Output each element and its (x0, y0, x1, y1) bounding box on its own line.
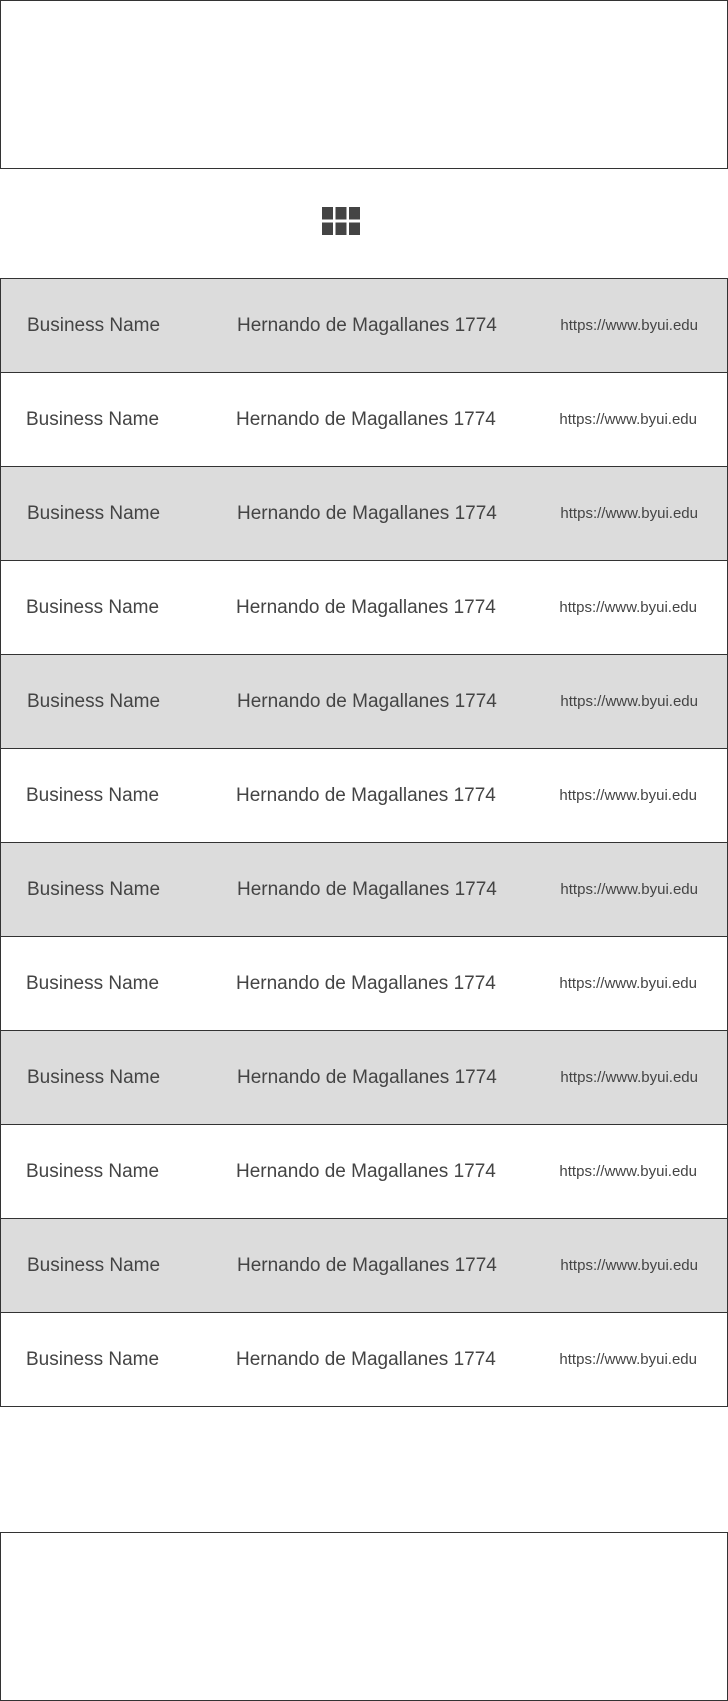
business-website-link[interactable]: https://www.byui.edu (560, 843, 698, 936)
business-row: Business Name Hernando de Magallanes 1774… (0, 748, 728, 843)
business-row: Business Name Hernando de Magallanes 1774… (0, 842, 728, 937)
business-row: Business Name Hernando de Magallanes 1774… (0, 1030, 728, 1125)
business-website-link[interactable]: https://www.byui.edu (559, 937, 697, 1030)
business-address: Hernando de Magallanes 1774 (236, 785, 496, 806)
business-name: Business Name (27, 1255, 161, 1276)
business-name: Business Name (26, 973, 160, 994)
business-row: Business Name Hernando de Magallanes 1774… (0, 936, 728, 1031)
business-address: Hernando de Magallanes 1774 (237, 1255, 497, 1276)
business-website-link[interactable]: https://www.byui.edu (560, 1031, 698, 1124)
business-address: Hernando de Magallanes 1774 (237, 315, 497, 336)
business-address: Hernando de Magallanes 1774 (236, 409, 496, 430)
business-address: Hernando de Magallanes 1774 (236, 1161, 496, 1182)
business-row: Business Name Hernando de Magallanes 1774… (0, 560, 728, 655)
business-website-link[interactable]: https://www.byui.edu (560, 1219, 698, 1312)
business-name: Business Name (26, 1349, 160, 1370)
business-website-link[interactable]: https://www.byui.edu (559, 749, 697, 842)
header-placeholder (0, 0, 728, 169)
business-name: Business Name (26, 1161, 160, 1182)
footer-placeholder (0, 1532, 728, 1701)
business-name: Business Name (27, 879, 161, 900)
business-address: Hernando de Magallanes 1774 (237, 879, 497, 900)
business-name: Business Name (27, 503, 161, 524)
business-name: Business Name (27, 691, 161, 712)
business-address: Hernando de Magallanes 1774 (236, 1349, 496, 1370)
business-website-link[interactable]: https://www.byui.edu (559, 373, 697, 466)
grid-view-button[interactable] (322, 207, 360, 235)
business-website-link[interactable]: https://www.byui.edu (560, 467, 698, 560)
business-website-link[interactable]: https://www.byui.edu (559, 1125, 697, 1218)
business-row: Business Name Hernando de Magallanes 1774… (0, 654, 728, 749)
business-website-link[interactable]: https://www.byui.edu (559, 1313, 697, 1406)
business-website-link[interactable]: https://www.byui.edu (560, 279, 698, 372)
business-website-link[interactable]: https://www.byui.edu (559, 561, 697, 654)
business-name: Business Name (26, 597, 160, 618)
business-address: Hernando de Magallanes 1774 (237, 691, 497, 712)
business-row: Business Name Hernando de Magallanes 1774… (0, 1312, 728, 1407)
business-directory-list: Business Name Hernando de Magallanes 1774… (0, 278, 728, 1407)
business-name: Business Name (26, 409, 160, 430)
business-row: Business Name Hernando de Magallanes 1774… (0, 1218, 728, 1313)
business-address: Hernando de Magallanes 1774 (237, 503, 497, 524)
business-address: Hernando de Magallanes 1774 (236, 597, 496, 618)
business-name: Business Name (27, 315, 161, 336)
business-name: Business Name (27, 1067, 161, 1088)
business-row: Business Name Hernando de Magallanes 1774… (0, 1124, 728, 1219)
business-row: Business Name Hernando de Magallanes 1774… (0, 372, 728, 467)
business-address: Hernando de Magallanes 1774 (236, 973, 496, 994)
grid-icon (322, 207, 360, 235)
business-website-link[interactable]: https://www.byui.edu (560, 655, 698, 748)
business-row: Business Name Hernando de Magallanes 1774… (0, 466, 728, 561)
business-name: Business Name (26, 785, 160, 806)
business-address: Hernando de Magallanes 1774 (237, 1067, 497, 1088)
business-row: Business Name Hernando de Magallanes 1774… (0, 278, 728, 373)
